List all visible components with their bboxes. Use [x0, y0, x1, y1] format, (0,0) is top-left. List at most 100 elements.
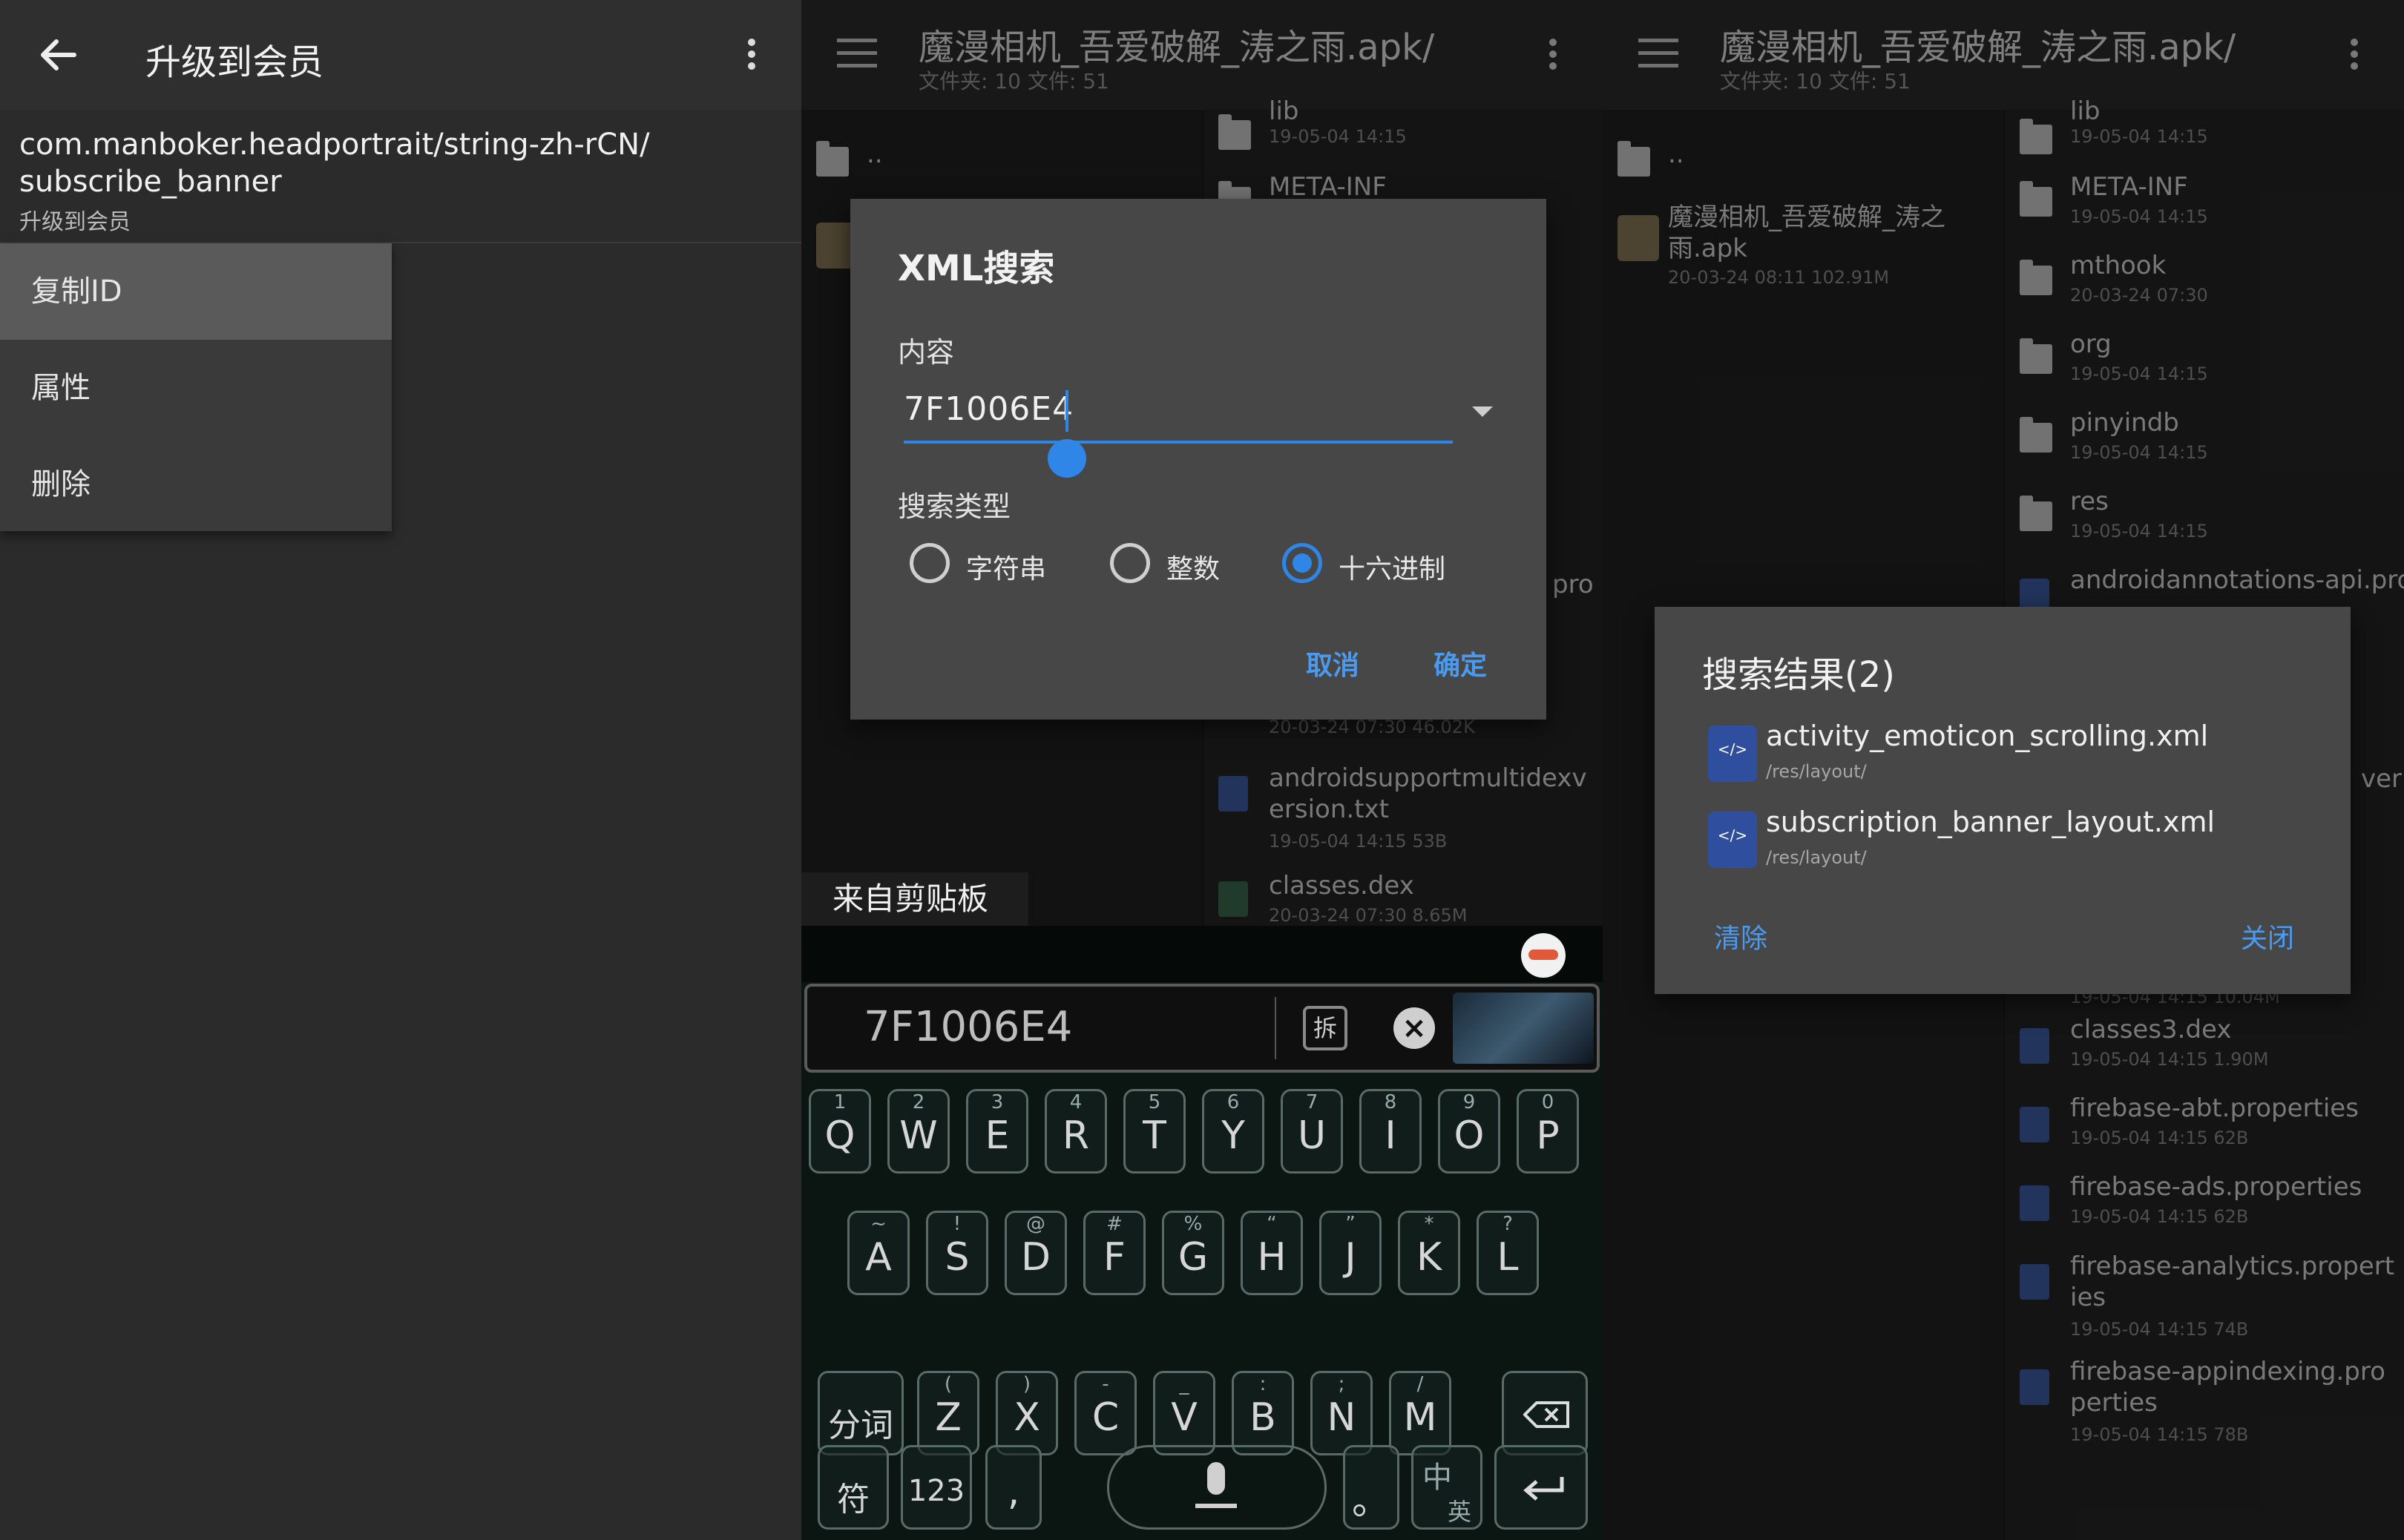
ok-button[interactable]: 确定: [1433, 644, 1487, 682]
key-label: Q: [824, 1113, 855, 1158]
search-input[interactable]: 7F1006E4: [904, 390, 1074, 428]
key-label: P: [1536, 1113, 1560, 1158]
key-period[interactable]: 。: [1343, 1445, 1399, 1530]
key-z[interactable]: (Z: [917, 1371, 979, 1455]
key-l[interactable]: ? L: [1477, 1211, 1539, 1295]
key-m[interactable]: / M: [1389, 1371, 1451, 1455]
key-c[interactable]: -C: [1074, 1371, 1137, 1455]
key-label: T: [1143, 1113, 1166, 1158]
candidate-divider: [1275, 997, 1276, 1059]
candidate-text[interactable]: 7F1006E4: [864, 1003, 1072, 1051]
key-secondary-label: 5: [1148, 1091, 1161, 1113]
key-label: G: [1178, 1235, 1209, 1280]
result-item[interactable]: subscription_banner_layout.xml /res/layo…: [1702, 806, 2311, 877]
mascot-icon[interactable]: [1521, 933, 1566, 978]
key-label: E: [985, 1113, 1010, 1158]
key-secondary-label: ?: [1502, 1213, 1513, 1235]
key-symbols[interactable]: 符: [818, 1445, 889, 1530]
key-secondary-label: *: [1424, 1213, 1434, 1235]
cursor-handle[interactable]: [1048, 439, 1086, 478]
key-t[interactable]: 5T: [1123, 1089, 1186, 1174]
dropdown-arrow-icon[interactable]: [1472, 407, 1493, 417]
search-type-label: 搜索类型: [898, 490, 1011, 523]
key-fenci[interactable]: 分词: [818, 1371, 904, 1455]
key-label: R: [1062, 1113, 1090, 1158]
radio-string[interactable]: [910, 543, 950, 583]
key-k[interactable]: * K: [1398, 1211, 1460, 1295]
key-numbers[interactable]: 123: [901, 1445, 972, 1530]
key-comma[interactable]: ,: [985, 1445, 1042, 1530]
key-secondary-label: (: [944, 1373, 953, 1395]
key-label: 中: [1422, 1461, 1452, 1495]
back-arrow-icon[interactable]: [36, 33, 80, 77]
menu-item-delete[interactable]: 删除: [0, 436, 392, 533]
context-menu: 复制ID 属性 删除: [0, 243, 392, 531]
key-b[interactable]: :B: [1232, 1371, 1294, 1455]
key-s[interactable]: ! S: [926, 1211, 988, 1295]
radio-hex[interactable]: [1282, 543, 1322, 583]
key-j[interactable]: ” J: [1319, 1211, 1382, 1295]
clipboard-tab[interactable]: 来自剪贴板: [801, 872, 1028, 926]
key-label: ,: [1007, 1470, 1020, 1514]
key-r[interactable]: 4R: [1045, 1089, 1107, 1174]
key-x[interactable]: ) X: [996, 1371, 1058, 1455]
content-label: 内容: [898, 336, 955, 369]
key-secondary-label: 9: [1462, 1091, 1476, 1113]
key-e[interactable]: 3E: [966, 1089, 1028, 1174]
key-n[interactable]: ; N: [1310, 1371, 1373, 1455]
search-results-panel: 魔漫相机_吾爱破解_涛之雨.apk/ 文件夹: 10 文件: 51 .. 魔漫相…: [1603, 0, 2404, 1540]
key-label: W: [899, 1113, 938, 1158]
key-a[interactable]: ~ A: [847, 1211, 910, 1295]
key-f[interactable]: # F: [1083, 1211, 1146, 1295]
text-caret: [1065, 390, 1068, 432]
key-secondary-label: /: [1416, 1373, 1424, 1395]
key-v[interactable]: _ V: [1153, 1371, 1215, 1455]
clear-button[interactable]: 清除: [1714, 917, 1767, 955]
keyboard: 7F1006E4 拆 × 1Q2W3E4R5T6Y7U8I9O0P ~ A! S @ D…: [801, 926, 1603, 1540]
key-o[interactable]: 9O: [1438, 1089, 1500, 1174]
key-w[interactable]: 2W: [887, 1089, 950, 1174]
radio-integer[interactable]: [1110, 543, 1150, 583]
result-name: subscription_banner_layout.xml: [1766, 806, 2216, 838]
close-button[interactable]: 关闭: [2241, 917, 2294, 955]
resource-path-line-1: com.manboker.headportrait/string-zh-rCN/: [19, 128, 650, 162]
key-secondary-label: ;: [1338, 1373, 1345, 1395]
key-label: U: [1297, 1113, 1327, 1158]
key-i[interactable]: 8I: [1359, 1089, 1422, 1174]
key-u[interactable]: 7U: [1281, 1089, 1343, 1174]
menu-item-properties[interactable]: 属性: [0, 340, 392, 436]
resource-path-line-2: subscribe_banner: [19, 165, 282, 199]
xml-search-panel: 魔漫相机_吾爱破解_涛之雨.apk/ 文件夹: 10 文件: 51 .. lib…: [801, 0, 1603, 1540]
candidate-bar: 7F1006E4 拆 ×: [804, 984, 1600, 1073]
key-space[interactable]: [1107, 1445, 1327, 1530]
key-d[interactable]: @ D: [1005, 1211, 1067, 1295]
key-label: J: [1344, 1235, 1356, 1280]
skin-thumbnail: [1453, 993, 1594, 1064]
result-item[interactable]: activity_emoticon_scrolling.xml /res/lay…: [1702, 720, 2311, 791]
key-enter[interactable]: [1494, 1445, 1588, 1530]
key-q[interactable]: 1Q: [809, 1089, 871, 1174]
key-p[interactable]: 0P: [1517, 1089, 1579, 1174]
menu-item-copy-id[interactable]: 复制ID: [0, 243, 392, 340]
split-word-icon[interactable]: 拆: [1303, 1006, 1347, 1050]
enter-icon: [1523, 1477, 1564, 1501]
key-label: F: [1103, 1235, 1126, 1280]
cancel-button[interactable]: 取消: [1306, 644, 1359, 682]
radio-integer-label: 整数: [1166, 554, 1221, 585]
key-secondary-label: 2: [912, 1091, 925, 1113]
key-secondary-label: 3: [991, 1091, 1004, 1113]
key-label: Z: [935, 1395, 962, 1440]
key-backspace[interactable]: [1502, 1371, 1588, 1455]
key-label: V: [1171, 1395, 1198, 1440]
xml-search-dialog: XML搜索 内容 7F1006E4 搜索类型 字符串 整数 十六进制 取消 确定: [850, 199, 1546, 720]
key-g[interactable]: % G: [1162, 1211, 1224, 1295]
clear-icon[interactable]: ×: [1393, 1007, 1435, 1049]
page-title: 升级到会员: [145, 42, 324, 83]
key-y[interactable]: 6Y: [1202, 1089, 1264, 1174]
key-h[interactable]: “H: [1241, 1211, 1303, 1295]
key-secondary-label: 8: [1384, 1091, 1397, 1113]
more-options-icon[interactable]: [744, 34, 759, 79]
key-label: Y: [1221, 1113, 1245, 1158]
key-language[interactable]: 中 英: [1411, 1445, 1482, 1530]
key-secondary-label: 4: [1069, 1091, 1083, 1113]
